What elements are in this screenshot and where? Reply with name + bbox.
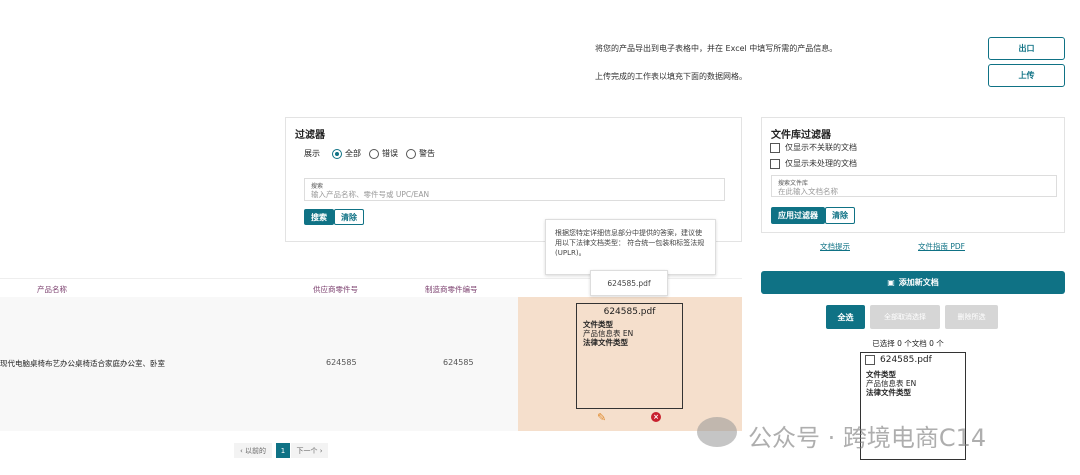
doc-type-label: 文件类型 bbox=[866, 370, 896, 379]
document-card[interactable]: 624585.pdf 文件类型 产品信息表 EN 法律文件类型 bbox=[576, 303, 683, 409]
show-filter: 展示 全部 错误 警告 bbox=[304, 148, 435, 159]
selection-count: 已选择 0 个文档 0 个 bbox=[872, 339, 944, 348]
checkbox-label: 仅显示不关联的文档 bbox=[785, 143, 857, 152]
checkbox-label: 仅显示未处理的文档 bbox=[785, 159, 857, 168]
doc-legal-label: 法律文件类型 bbox=[866, 388, 911, 397]
radio-label: 全部 bbox=[345, 149, 361, 158]
checkbox-icon[interactable] bbox=[865, 355, 875, 365]
show-label: 展示 bbox=[304, 149, 320, 158]
export-instructions: 将您的产品导出到电子表格中，并在 Excel 中填写所需的产品信息。 bbox=[595, 44, 838, 53]
select-all-button[interactable]: 全选 bbox=[826, 305, 865, 329]
wechat-logo-icon bbox=[697, 417, 737, 447]
filename-tooltip: 624585.pdf bbox=[590, 270, 668, 296]
search-placeholder: 在此输入文档名称 bbox=[778, 187, 838, 196]
radio-icon bbox=[369, 148, 379, 159]
search-placeholder: 输入产品名称、零件号或 UPC/EAN bbox=[311, 190, 430, 199]
radio-label: 警告 bbox=[419, 149, 435, 158]
header-supplier-pn[interactable]: 供应商零件号 bbox=[313, 284, 358, 295]
checkbox-icon bbox=[770, 142, 780, 153]
product-search-input[interactable]: 搜索 输入产品名称、零件号或 UPC/EAN bbox=[304, 178, 725, 201]
radio-label: 错误 bbox=[382, 149, 398, 158]
product-name-cell: 现代电脑桌椅布艺办公桌椅适合家庭办公室、卧室 bbox=[0, 359, 165, 368]
page-1-button[interactable]: 1 bbox=[276, 443, 290, 458]
radio-icon bbox=[332, 148, 342, 159]
clear-button[interactable]: 清除 bbox=[334, 209, 364, 225]
upload-button[interactable]: 上传 bbox=[988, 64, 1065, 87]
prev-page-button[interactable]: ‹ 以前的 bbox=[234, 443, 272, 458]
doc-legal-label: 法律文件类型 bbox=[583, 338, 628, 347]
library-clear-button[interactable]: 清除 bbox=[825, 207, 855, 224]
checkbox-icon bbox=[770, 158, 780, 169]
doc-type-label: 文件类型 bbox=[583, 320, 613, 329]
apply-filter-button[interactable]: 应用过滤器 bbox=[771, 207, 825, 224]
delete-icon[interactable]: × bbox=[651, 412, 661, 422]
library-search-input[interactable]: 搜索文件库 在此输入文档名称 bbox=[771, 175, 1057, 197]
mfr-pn-cell: 624585 bbox=[443, 358, 474, 367]
doc-tips-link[interactable]: 文档提示 bbox=[820, 241, 850, 252]
image-icon: ▣ bbox=[887, 278, 895, 287]
upload-instructions: 上传完成的工作表以填充下面的数据网格。 bbox=[595, 72, 747, 81]
legal-doc-tooltip: 根据您特定详细信息部分中提供的答案，建议使用以下法律文档类型： 符合统一包装和标… bbox=[545, 219, 716, 275]
radio-warning[interactable]: 警告 bbox=[406, 148, 435, 159]
watermark: 公众号 · 跨境电商C14 bbox=[748, 424, 987, 452]
doc-type-value: 产品信息表 EN bbox=[583, 329, 634, 338]
supplier-pn-cell: 624585 bbox=[326, 358, 357, 367]
filter-title: 过滤器 bbox=[295, 130, 325, 141]
export-button[interactable]: 出口 bbox=[988, 37, 1065, 60]
doc-guide-pdf-link[interactable]: 文件指南 PDF bbox=[918, 241, 965, 252]
doc-type-value: 产品信息表 EN bbox=[866, 379, 917, 388]
library-filter-title: 文件库过滤器 bbox=[771, 130, 831, 141]
next-page-button[interactable]: 下一个 › bbox=[291, 443, 328, 458]
doc-filename: 624585.pdf bbox=[603, 307, 656, 317]
delete-selected-button[interactable]: 删除所选 bbox=[945, 305, 998, 329]
library-filter-panel: 文件库过滤器 仅显示不关联的文档 仅显示未处理的文档 搜索文件库 在此输入文档名… bbox=[761, 117, 1065, 233]
add-document-button[interactable]: ▣ 添加新文档 bbox=[761, 271, 1065, 294]
header-mfr-pn[interactable]: 制造商零件编号 bbox=[425, 284, 478, 295]
add-document-label: 添加新文档 bbox=[898, 278, 939, 287]
radio-all[interactable]: 全部 bbox=[332, 148, 361, 159]
radio-error[interactable]: 错误 bbox=[369, 148, 398, 159]
doc-filename: 624585.pdf bbox=[880, 355, 932, 365]
deselect-all-button[interactable]: 全部取消选择 bbox=[870, 305, 940, 329]
edit-icon[interactable]: ✎ bbox=[597, 411, 606, 424]
radio-icon bbox=[406, 148, 416, 159]
header-product-name[interactable]: 产品名称 bbox=[37, 284, 67, 295]
search-button[interactable]: 搜索 bbox=[304, 209, 334, 225]
unprocessed-docs-checkbox[interactable]: 仅显示未处理的文档 bbox=[770, 158, 857, 169]
unlinked-docs-checkbox[interactable]: 仅显示不关联的文档 bbox=[770, 142, 857, 153]
